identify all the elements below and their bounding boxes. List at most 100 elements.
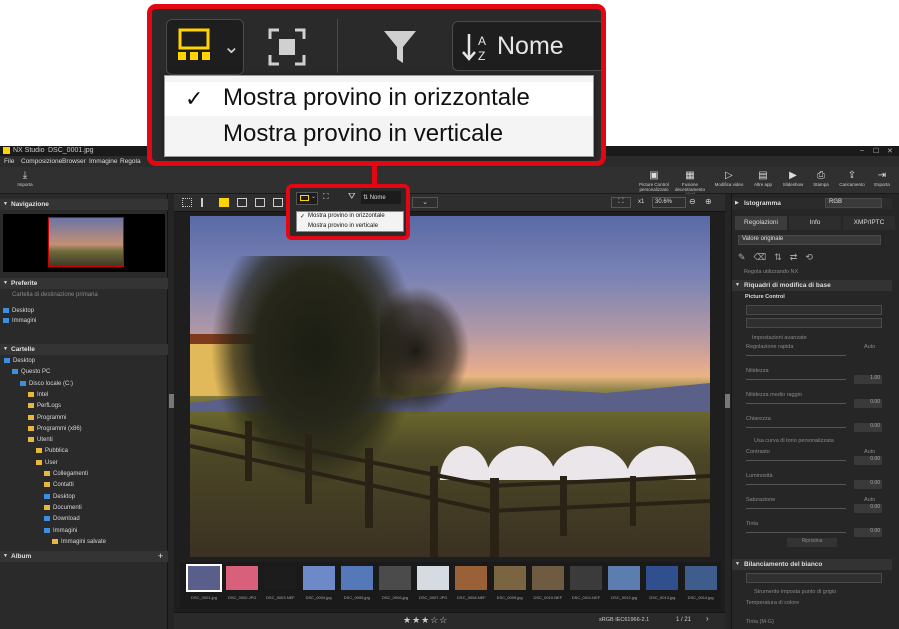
navigation-thumbnail[interactable] — [48, 217, 124, 267]
filmstrip-thumbnail[interactable] — [684, 566, 717, 590]
zoom-in-icon[interactable]: ⊕ — [705, 197, 715, 208]
fit-screen-icon[interactable]: ⛶ — [611, 197, 631, 208]
folder-tree-item[interactable]: Desktop — [0, 493, 160, 503]
menu-browser[interactable]: Browser — [62, 158, 86, 165]
slider-value[interactable]: 1.00 — [854, 375, 882, 384]
slider-track[interactable] — [746, 508, 846, 509]
album-header[interactable]: ▼ Album + — [0, 551, 168, 562]
import-button[interactable]: ⤓ Importa — [7, 170, 43, 192]
tab-regolazioni[interactable]: Regolazioni — [735, 216, 787, 230]
sort-dropdown-arrow[interactable]: ⌄ — [412, 197, 438, 208]
filmstrip-thumbnail[interactable] — [417, 566, 450, 590]
auto-checkbox[interactable]: Auto — [864, 497, 875, 503]
right-collapse-handle[interactable] — [725, 394, 730, 408]
slider-value[interactable]: 0.00 — [854, 528, 882, 537]
sort-button[interactable]: ⇅ Nome — [361, 191, 401, 204]
gray-point-tool[interactable]: Strumento imposta punto di grigio — [754, 589, 836, 595]
multi-view-icon[interactable] — [255, 198, 265, 207]
folder-tree-item[interactable]: PerfLogs — [0, 402, 160, 412]
slider-track[interactable] — [746, 460, 846, 461]
menu-file[interactable]: File — [4, 158, 14, 165]
filmstrip-thumbnail[interactable] — [264, 566, 297, 590]
filter-icon[interactable]: ⛛ — [348, 191, 356, 202]
folder-tree-item[interactable]: Questo PC — [0, 368, 160, 378]
zoom-percent[interactable]: 30.6% — [652, 197, 686, 208]
folder-tree-item[interactable]: Utenti — [0, 436, 160, 446]
folder-tree-item[interactable]: Desktop — [0, 357, 160, 367]
slider-value[interactable]: 0.00 — [854, 423, 882, 432]
preset-select[interactable]: Valore originale — [738, 235, 881, 245]
filmstrip-thumbnail[interactable] — [531, 566, 564, 590]
maximize-icon[interactable]: ☐ — [873, 147, 879, 155]
filmstrip-thumbnail[interactable] — [186, 564, 222, 592]
reset-button[interactable]: Ripristina — [787, 538, 837, 547]
tab-info[interactable]: Info — [789, 216, 841, 230]
minimize-icon[interactable]: – — [860, 147, 864, 154]
close-icon[interactable]: ✕ — [887, 147, 893, 155]
filmstrip-thumbnail[interactable] — [608, 566, 641, 590]
next-icon[interactable]: › — [706, 614, 709, 623]
slider-track[interactable] — [746, 379, 846, 380]
compare-view-icon[interactable] — [237, 198, 247, 207]
single-view-icon[interactable] — [219, 198, 229, 207]
nef-option[interactable]: Regola utilizzando NX — [744, 269, 798, 275]
picture-control-select-2[interactable] — [746, 318, 882, 328]
favorites-header[interactable]: ▼ Preferite — [0, 278, 168, 289]
wb-section-header[interactable]: ▼ Bilanciamento del bianco — [732, 559, 892, 570]
filmstrip-thumbnail[interactable] — [646, 566, 679, 590]
folder-tree-item[interactable]: Collegamenti — [0, 470, 160, 480]
menu-item-vertical[interactable]: Mostra provino in verticale — [165, 118, 593, 152]
filmstrip-thumbnail[interactable] — [493, 566, 526, 590]
fullscreen-icon[interactable] — [267, 27, 307, 67]
menu-composizione[interactable]: Composizione — [21, 158, 62, 165]
auto-checkbox[interactable]: Auto — [864, 344, 875, 350]
zoom-out-icon[interactable]: ⊖ — [689, 197, 699, 208]
filmstrip-thumbnail[interactable] — [340, 566, 373, 590]
channel-select[interactable]: RGB — [825, 198, 882, 208]
list-view-icon[interactable] — [201, 198, 211, 207]
filmstrip-thumbnail[interactable] — [379, 566, 411, 590]
export-button[interactable]: ⇥ Esporta — [864, 170, 899, 192]
filmstrip-thumbnail[interactable] — [455, 566, 488, 590]
fullscreen-icon[interactable]: ⛶ — [323, 192, 329, 202]
filmstrip-toggle-button[interactable]: ⌄ — [296, 192, 318, 205]
left-collapse-handle[interactable] — [169, 394, 174, 408]
menu-item-horizontal[interactable]: ✓ Mostra provino in orizzontale — [165, 82, 593, 116]
folder-tree-item[interactable]: Documenti — [0, 504, 160, 514]
slider-track[interactable] — [746, 355, 846, 356]
folder-tree-item[interactable]: User — [0, 459, 160, 469]
navigation-header[interactable]: ▼ Navigazione — [0, 199, 168, 210]
slider-value[interactable]: 0.00 — [854, 504, 882, 513]
slider-value[interactable]: 0.00 — [854, 456, 882, 465]
wb-select[interactable] — [746, 573, 882, 583]
curve-option[interactable]: Usa curva di tono personalizzata — [754, 438, 834, 444]
slider-track[interactable] — [746, 403, 846, 404]
folder-tree-item[interactable]: Disco locale (C:) — [0, 380, 160, 390]
slider-track[interactable] — [746, 427, 846, 428]
map-view-icon[interactable] — [273, 198, 283, 207]
filmstrip-thumbnail[interactable] — [226, 566, 259, 590]
rating-stars[interactable]: ★★★☆☆ — [403, 615, 448, 626]
folder-tree-item[interactable]: Contatti — [0, 481, 160, 491]
pixel-shift-button[interactable]: ▦Fusione decentramento pixel — [672, 170, 708, 197]
filmstrip-toggle-button[interactable]: ⌄ — [166, 19, 244, 75]
filmstrip-thumbnail[interactable] — [302, 566, 335, 590]
favorite-desktop[interactable]: Desktop — [0, 307, 160, 317]
favorite-immagini[interactable]: Immagini — [0, 317, 160, 327]
folder-tree-item[interactable]: Immagini — [0, 527, 160, 537]
adjust-tools-icons[interactable]: ✎⌫⇅⇄⟲ — [738, 252, 821, 263]
menu-item-horizontal[interactable]: ✓ Mostra provino in orizzontale — [297, 212, 403, 222]
filmstrip-thumbnail[interactable] — [570, 566, 602, 590]
advanced-label[interactable]: Impostazioni avanzate — [752, 335, 807, 341]
favorites-destination[interactable]: Cartella di destinazione primaria — [4, 291, 164, 301]
slider-track[interactable] — [746, 484, 846, 485]
add-album-icon[interactable]: + — [158, 551, 163, 561]
menu-regola[interactable]: Regola — [120, 158, 141, 165]
picture-control-select[interactable] — [746, 305, 882, 315]
video-edit-button[interactable]: ▷ Modifica video — [711, 170, 747, 192]
folder-tree-item[interactable]: Intel — [0, 391, 160, 401]
folder-tree-item[interactable]: Immagini salvate — [0, 538, 160, 548]
slider-track[interactable] — [746, 532, 846, 533]
menu-immagine[interactable]: Immagine — [89, 158, 118, 165]
slider-value[interactable]: 0.00 — [854, 399, 882, 408]
